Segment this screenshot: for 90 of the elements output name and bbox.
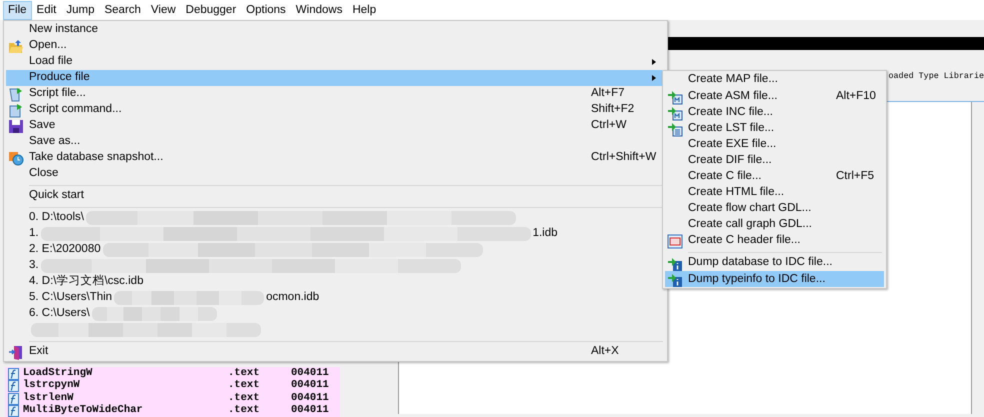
script-icon <box>8 87 24 102</box>
menu-item[interactable]: Help <box>347 0 382 20</box>
segment-name: .text <box>228 366 261 380</box>
menu-item[interactable]: Quick start <box>6 188 665 204</box>
info-export-icon <box>667 256 683 272</box>
menu-item[interactable]: Jump <box>61 0 100 20</box>
menu-item[interactable]: Dump database to IDC file... <box>665 255 884 272</box>
recent-file-path: 5. C:\Users\Thin <box>29 290 112 306</box>
menu-item[interactable]: Create HTML file... <box>665 184 884 201</box>
shortcut-label: Ctrl+Shift+W <box>591 150 656 166</box>
function-address: 004011 <box>291 366 329 380</box>
shortcut-label: Ctrl+F5 <box>836 168 874 184</box>
menu-item[interactable]: Close <box>6 166 665 182</box>
shortcut-label: Alt+X <box>591 344 619 360</box>
menu-item[interactable]: Options <box>241 0 291 20</box>
segment-name: .text <box>228 390 261 405</box>
snapshot-icon <box>8 151 24 166</box>
function-address: 004011 <box>291 390 329 405</box>
menu-item[interactable]: Save as... <box>6 134 665 150</box>
menu-item[interactable]: Save Ctrl+W <box>6 118 665 134</box>
function-row[interactable]: MultiByteToWideChar .text 004011 <box>5 404 340 417</box>
recent-file-item[interactable]: 0. D:\tools\ <box>6 210 665 226</box>
recent-file-path: 1.idb <box>532 226 558 242</box>
menu-item[interactable]: Create C file... Ctrl+F5 <box>665 168 884 185</box>
function-icon <box>8 368 19 380</box>
recent-file-path: 1. <box>29 226 39 242</box>
shortcut-label: Ctrl+W <box>591 118 626 134</box>
recent-file-path: 0. D:\tools\ <box>29 210 84 226</box>
function-name: MultiByteToWideChar <box>23 402 144 417</box>
menu-item[interactable]: Create C header file... <box>665 232 884 250</box>
recent-file-item[interactable]: 3. <box>6 258 665 274</box>
door-icon <box>8 345 24 360</box>
menu-item[interactable]: Create call graph GDL... <box>665 216 884 233</box>
recent-file-path: ocmon.idb <box>266 290 320 306</box>
menu-item[interactable]: Dump typeinfo to IDC file... <box>665 271 884 288</box>
menu-item[interactable]: Debugger <box>180 0 242 20</box>
function-icon <box>8 392 19 404</box>
menu-item[interactable]: File <box>3 0 32 20</box>
recent-file-path: 2. E:\2020080 <box>29 242 101 258</box>
recent-file-item[interactable]: 6. C:\Users\ <box>6 306 665 322</box>
menu-item[interactable]: Windows <box>290 0 348 20</box>
function-row[interactable]: lstrcpynW .text 004011 <box>5 380 340 392</box>
menu-item[interactable]: Script command... Shift+F2 <box>6 102 665 118</box>
function-name: LoadStringW <box>23 366 94 379</box>
menu-item[interactable]: Create flow chart GDL... <box>665 200 884 217</box>
info-export-icon <box>667 272 683 288</box>
shortcut-label: Shift+F2 <box>591 102 634 118</box>
segment-name: .text <box>228 378 261 393</box>
function-row[interactable]: lstrlenW .text 004011 <box>5 392 340 405</box>
shortcut-label: Alt+F10 <box>836 88 876 104</box>
recent-file-item[interactable]: 2. E:\2020080 <box>6 242 665 258</box>
file-export-icon <box>667 89 683 104</box>
menu-item[interactable]: Create MAP file... <box>665 72 884 88</box>
menu-item[interactable]: Load file <box>6 54 665 70</box>
folder-icon <box>8 39 24 54</box>
menu-item[interactable]: Create LST file... <box>665 120 884 136</box>
script-icon <box>8 103 24 118</box>
menu-item[interactable]: Create DIF file... <box>665 152 884 169</box>
file-export-icon <box>667 121 683 136</box>
menu-item[interactable]: Script file... Alt+F7 <box>6 86 665 102</box>
recent-file-path: 4. D:\学习文档\csc.idb <box>29 274 144 290</box>
menu-item[interactable]: Create INC file... <box>665 104 884 120</box>
segment-name: .text <box>228 402 261 417</box>
function-address: 004011 <box>291 378 329 393</box>
function-address: 004011 <box>291 402 329 417</box>
function-name: lstrcpynW <box>23 378 81 392</box>
menu-item[interactable]: Create ASM file... Alt+F10 <box>665 88 884 104</box>
menu-item[interactable]: Produce file <box>6 70 665 86</box>
recent-file-item[interactable]: 5. C:\Users\Thin ocmon.idb <box>6 290 665 306</box>
shortcut-label: Alt+F7 <box>591 86 625 102</box>
file-export-icon <box>667 105 683 120</box>
menu-item[interactable]: Exit Alt+X <box>6 344 665 360</box>
save-icon <box>8 119 24 134</box>
menu-item[interactable]: View <box>146 0 181 20</box>
header-file-icon <box>667 234 683 249</box>
function-icon <box>8 404 19 417</box>
recent-file-item[interactable]: 4. D:\学习文档\csc.idb <box>6 274 665 290</box>
menu-item[interactable]: Create EXE file... <box>665 136 884 152</box>
menu-item[interactable]: Take database snapshot... Ctrl+Shift+W <box>6 150 665 166</box>
function-row[interactable]: LoadStringW .text 004011 <box>5 367 340 380</box>
tab-label[interactable]: oaded Type Librarie <box>888 69 984 101</box>
menu-item[interactable]: Search <box>99 0 146 20</box>
recent-file-item[interactable]: 1. 1.idb <box>6 226 665 242</box>
function-name: lstrlenW <box>23 390 74 404</box>
recent-file-path: 6. C:\Users\ <box>29 306 90 322</box>
menu-item[interactable]: Open... <box>6 38 665 54</box>
function-icon <box>8 380 19 392</box>
recent-file-path: 3. <box>29 258 39 274</box>
menu-item[interactable]: Edit <box>32 0 62 20</box>
menu-item[interactable]: New instance <box>6 22 665 38</box>
